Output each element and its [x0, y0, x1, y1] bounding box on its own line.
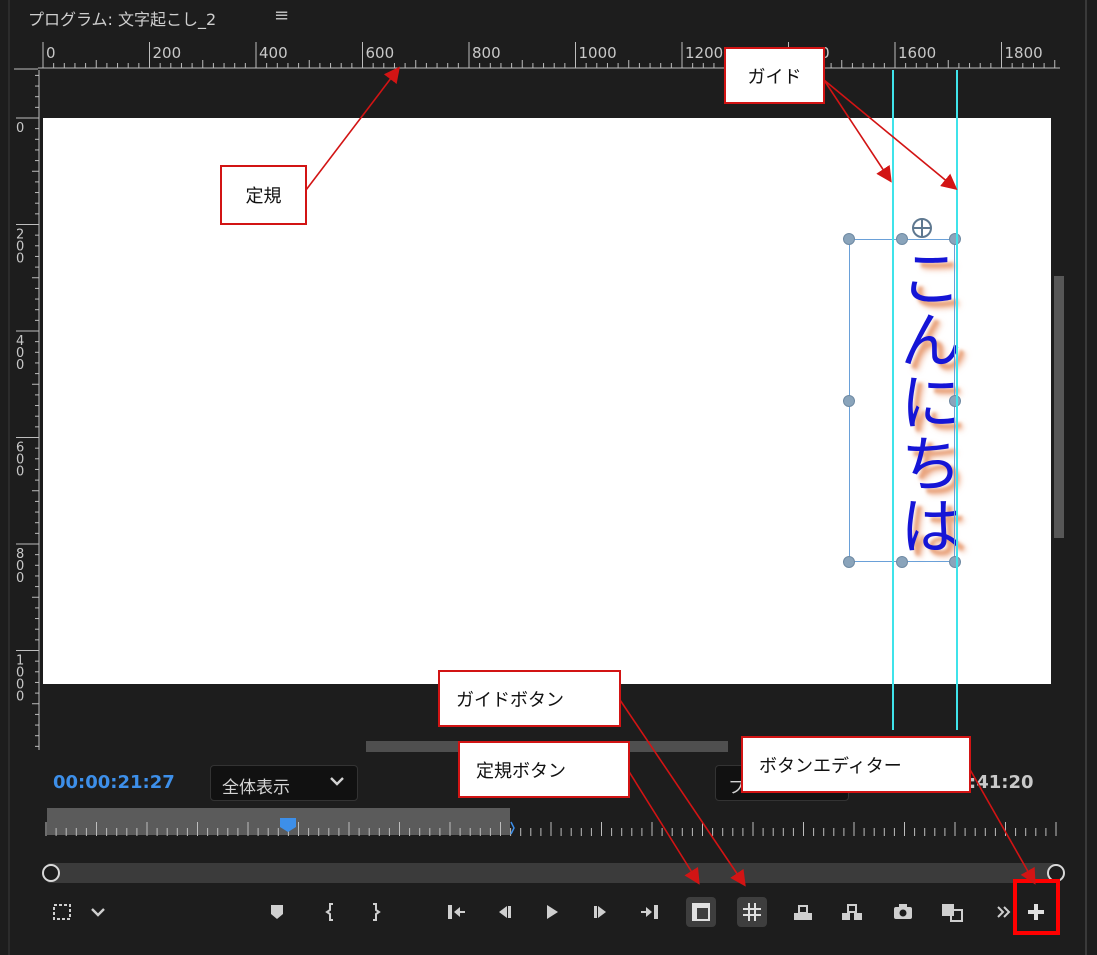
add-marker-button[interactable] [262, 897, 292, 927]
horizontal-ruler[interactable]: 020040060080010001200140016001800 [38, 40, 1060, 70]
lift-icon [794, 905, 812, 920]
lift-button[interactable] [788, 897, 818, 927]
zoom-handle-left[interactable] [42, 864, 60, 882]
marker-icon [271, 905, 283, 919]
guide-line-2[interactable] [956, 70, 958, 730]
h-ruler-label: 1800 [1005, 44, 1043, 62]
guides-toggle-button[interactable] [737, 897, 767, 927]
zoom-level-label: 全体表示 [222, 778, 290, 798]
callout-ruler: 定規 [220, 165, 307, 225]
go-to-out-button[interactable] [636, 897, 666, 927]
bbox-handle-bottom-right[interactable] [949, 556, 961, 568]
zoom-scroll-bar[interactable] [47, 863, 1055, 883]
vertical-ruler[interactable]: 02004006008001000 [14, 70, 40, 750]
h-ruler-label: 800 [472, 44, 501, 62]
callout-button-editor-label: ボタンエディター [759, 755, 902, 777]
duration-timecode: :41:20 [969, 772, 1034, 793]
go-to-in-icon [448, 905, 465, 919]
ruler-corner [14, 68, 38, 70]
vertical-scrollbar[interactable] [1054, 276, 1064, 538]
go-to-out-icon [641, 905, 658, 919]
step-forward-button[interactable] [586, 897, 616, 927]
h-ruler-label: 600 [366, 44, 395, 62]
panel-right-border [1085, 0, 1087, 955]
v-ruler-label: 0 [16, 358, 24, 373]
panel-menu-icon[interactable]: ≡ [274, 5, 289, 26]
v-ruler-label: 0 [16, 571, 24, 586]
mark-in-icon [325, 903, 333, 921]
settings-chevron-icon [91, 908, 105, 917]
button-editor-highlight [1013, 879, 1060, 935]
h-ruler-label: 200 [153, 44, 182, 62]
text-bounding-box[interactable] [849, 239, 955, 562]
safe-margins-icon [53, 904, 71, 920]
step-back-button[interactable] [489, 897, 519, 927]
callout-ruler-button-label: 定規ボタン [476, 760, 566, 782]
bbox-handle-left[interactable] [843, 395, 855, 407]
callout-button-editor: ボタンエディター [741, 736, 971, 793]
v-ruler-label: 0 [16, 252, 24, 267]
anchor-point-icon[interactable] [910, 216, 934, 240]
bbox-handle-bottom[interactable] [896, 556, 908, 568]
callout-guide-button-label: ガイドボタン [456, 689, 564, 711]
chevron-down-icon [330, 777, 344, 786]
ruler-toggle-icon [692, 903, 710, 921]
bbox-handle-right[interactable] [949, 395, 961, 407]
export-frame-button[interactable] [888, 897, 918, 927]
ruler-toggle-button[interactable] [686, 897, 716, 927]
comparison-view-button[interactable] [937, 897, 967, 927]
bbox-handle-top[interactable] [896, 233, 908, 245]
safe-margins-button[interactable] [47, 897, 77, 927]
current-timecode[interactable]: 00:00:21:27 [53, 772, 175, 793]
step-forward-icon [594, 906, 606, 918]
callout-guide-label: ガイド [747, 66, 802, 88]
panel-title: プログラム: 文字起こし_2 [28, 10, 217, 29]
mark-out-button[interactable] [361, 897, 391, 927]
callout-guide: ガイド [724, 47, 825, 104]
playhead-marker[interactable] [280, 818, 296, 832]
play-button[interactable] [537, 897, 567, 927]
settings-button[interactable] [83, 897, 113, 927]
callout-ruler-button: 定規ボタン [458, 741, 630, 798]
comparison-view-icon [942, 904, 963, 922]
go-to-in-button[interactable] [440, 897, 470, 927]
h-ruler-label: 400 [259, 44, 288, 62]
camera-icon [894, 904, 912, 919]
h-ruler-label: 1600 [898, 44, 936, 62]
v-ruler-label: 0 [16, 465, 24, 480]
bbox-handle-bottom-left[interactable] [843, 556, 855, 568]
bbox-handle-top-right[interactable] [949, 233, 961, 245]
v-ruler-label: 0 [16, 690, 24, 705]
panel-left-border [8, 0, 10, 955]
v-ruler-label: 0 [16, 121, 24, 136]
callout-ruler-label: 定規 [245, 186, 282, 207]
guides-toggle-icon [743, 903, 761, 921]
play-icon [547, 905, 558, 919]
h-ruler-label: 1200 [685, 44, 723, 62]
extract-icon [842, 904, 862, 920]
bbox-handle-top-left[interactable] [843, 233, 855, 245]
mark-in-button[interactable] [315, 897, 345, 927]
step-back-icon [499, 906, 511, 918]
time-ruler[interactable] [40, 820, 1060, 840]
mark-out-icon [373, 903, 381, 921]
callout-guide-button: ガイドボタン [438, 670, 621, 727]
extract-button[interactable] [837, 897, 867, 927]
h-ruler-label: 0 [46, 44, 56, 62]
guide-line-1[interactable] [892, 70, 894, 730]
h-ruler-label: 1000 [579, 44, 617, 62]
